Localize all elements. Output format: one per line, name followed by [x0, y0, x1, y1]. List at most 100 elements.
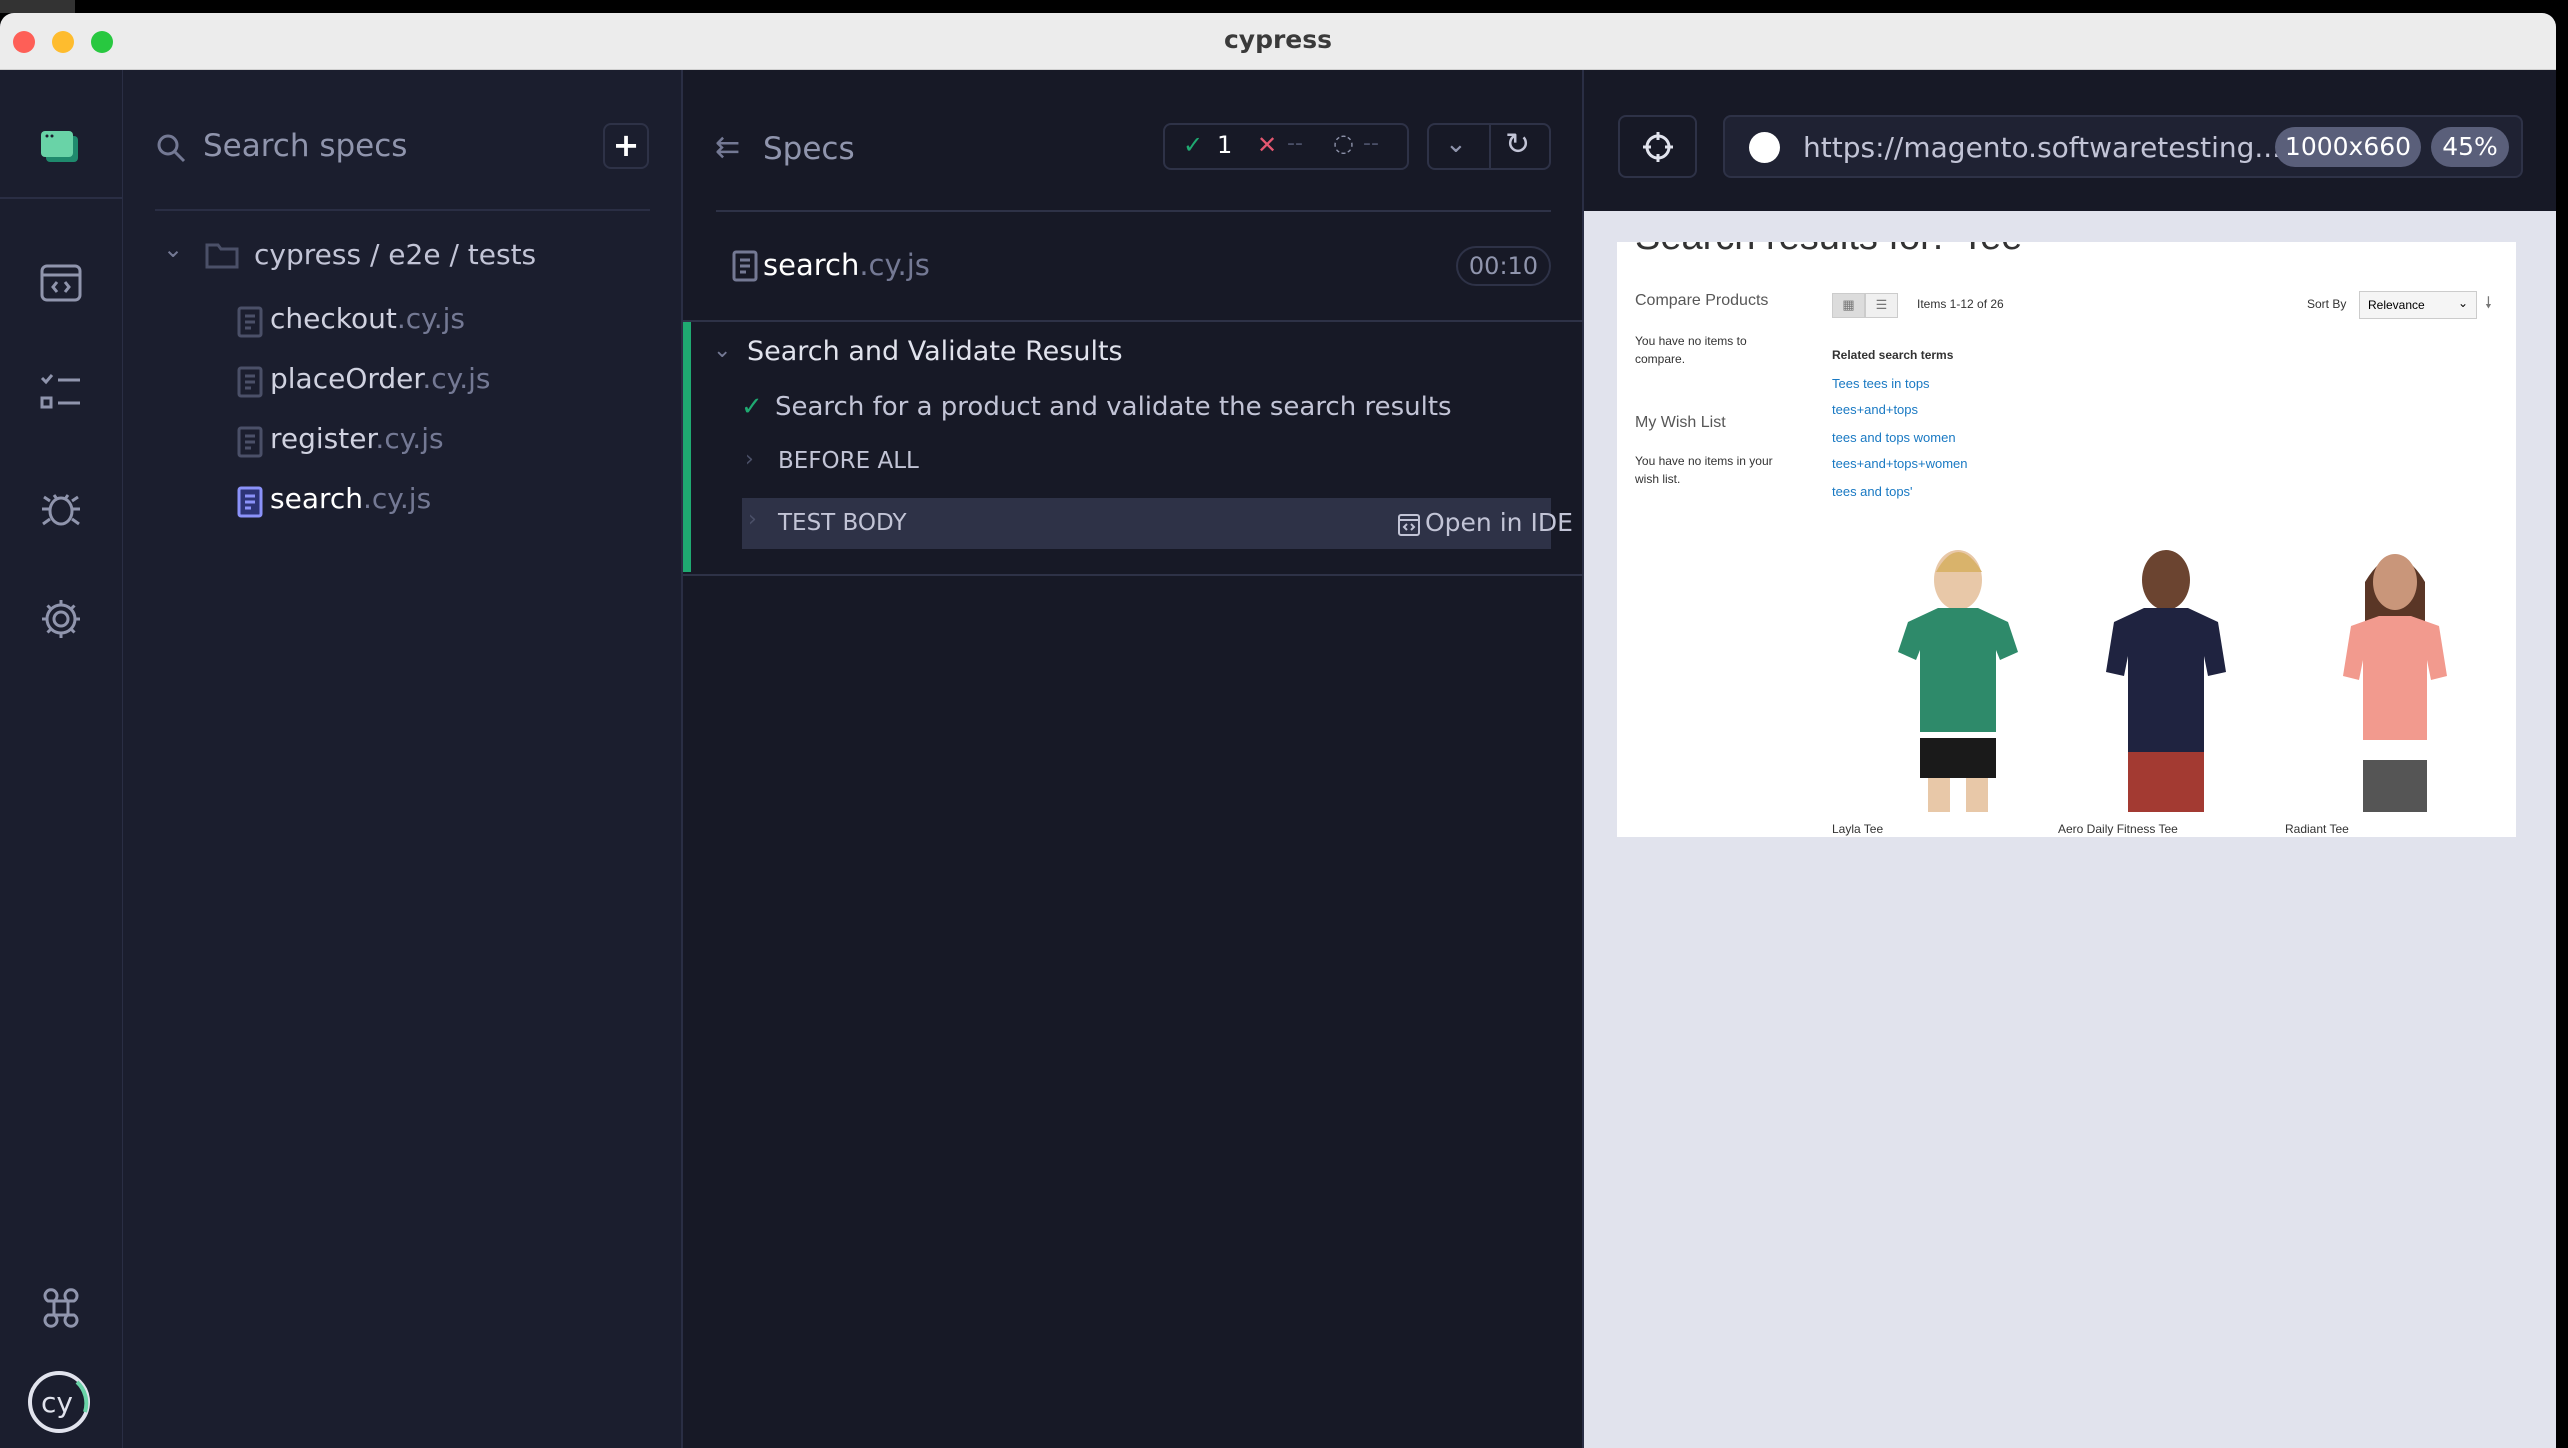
passed-count: 1 [1217, 131, 1233, 159]
app-under-test-panel: https://magento.softwaretesting... 1000x… [1584, 70, 2556, 1448]
test-title[interactable]: Search for a product and validate the se… [775, 392, 1452, 422]
background-window-edge [0, 0, 75, 13]
wishlist-title: My Wish List [1635, 414, 1726, 431]
title-bar: cypress [0, 13, 2556, 70]
spec-file-name: search [270, 482, 364, 515]
spec-file-ext: .cy.js [375, 422, 444, 455]
compare-text: You have no items to compare. [1635, 334, 1747, 366]
divider [683, 574, 1584, 576]
passed-check-icon: ✓ [1183, 131, 1204, 159]
product-image-layla-tee[interactable] [1888, 542, 2028, 812]
related-term-link[interactable]: tees+and+tops [1832, 402, 1918, 417]
sort-select[interactable]: Relevance ⌄ [2359, 291, 2477, 319]
related-term-link[interactable]: tees+and+tops+women [1832, 456, 1968, 471]
runs-nav-icon[interactable] [38, 370, 84, 416]
wishlist-text: You have no items in your wish list. [1635, 454, 1773, 486]
chevron-down-icon[interactable]: ⌄ [1445, 129, 1467, 159]
spec-ext: .cy.js [859, 248, 930, 282]
aut-iframe: Search results for: 'Tee' Compare Produc… [1617, 242, 2516, 837]
search-specs-input[interactable]: Search specs [203, 128, 407, 164]
chevron-down-icon[interactable]: ⌄ [163, 235, 183, 263]
related-term-link[interactable]: Tees tees in tops [1832, 376, 1930, 391]
scale-badge[interactable]: 45% [2431, 127, 2509, 167]
selector-playground-button[interactable] [1618, 115, 1697, 178]
window-title: cypress [1223, 25, 1333, 54]
specs-list-panel: Search specs + ⌄ cypress / e2e / tests c… [123, 70, 683, 1448]
spec-name: search [763, 248, 860, 282]
open-in-ide-button[interactable]: Open in IDE [1425, 508, 1573, 537]
pending-count: -- [1363, 131, 1379, 156]
spec-file-name: register [270, 422, 376, 455]
related-title: Related search terms [1832, 348, 1954, 362]
suite-title[interactable]: Search and Validate Results [747, 336, 1123, 367]
divider [1489, 125, 1491, 168]
nav-divider [0, 197, 123, 199]
sort-label: Sort By [2307, 297, 2347, 311]
hook-before-all[interactable]: BEFORE ALL [778, 448, 919, 474]
new-spec-button[interactable]: + [603, 123, 649, 169]
document-icon [237, 486, 263, 518]
test-stats: ✓ 1 ✕ -- ◌ -- [1163, 123, 1409, 170]
keyboard-shortcuts-icon[interactable] [38, 1285, 84, 1331]
grid-view-icon[interactable]: ▦ [1832, 293, 1865, 318]
related-term-link[interactable]: tees and tops women [1832, 430, 1956, 445]
reporter-panel: ⇇ Specs ✓ 1 ✕ -- ◌ -- ⌄ ↻ search.cy.js 0… [683, 70, 1584, 1448]
url-text[interactable]: https://magento.softwaretesting... [1803, 131, 2281, 164]
folder-label[interactable]: cypress / e2e / tests [254, 238, 536, 271]
rerun-refresh-icon[interactable]: ↻ [1505, 127, 1530, 162]
document-icon [732, 250, 758, 282]
side-nav: cy [0, 70, 130, 1448]
chevron-down-icon[interactable]: ⌄ [713, 338, 731, 363]
specs-toggle-label[interactable]: Specs [763, 131, 855, 167]
chevron-right-icon[interactable]: › [745, 447, 754, 472]
sort-value: Relevance [2368, 298, 2425, 312]
specs-nav-icon[interactable] [38, 260, 84, 306]
failed-count: -- [1287, 131, 1303, 156]
run-controls: ⌄ ↻ [1427, 123, 1551, 170]
spec-duration: 00:10 [1456, 246, 1551, 286]
chevron-down-icon: ⌄ [2457, 296, 2468, 310]
spec-file-ext: .cy.js [422, 362, 491, 395]
product-name[interactable]: Layla Tee [1832, 822, 1883, 836]
url-bar[interactable]: https://magento.softwaretesting... 1000x… [1723, 115, 2523, 178]
hook-label: TEST BODY [778, 510, 907, 536]
product-name[interactable]: Radiant Tee [2285, 822, 2349, 836]
divider [683, 320, 1584, 322]
sort-direction-arrow-icon[interactable]: 🠗 [2485, 292, 2492, 319]
product-name[interactable]: Aero Daily Fitness Tee [2058, 822, 2178, 836]
failed-x-icon: ✕ [1257, 131, 1278, 159]
document-icon [237, 426, 263, 458]
debug-nav-icon[interactable] [38, 485, 84, 531]
aut-header: https://magento.softwaretesting... 1000x… [1584, 70, 2556, 211]
cypress-window: cypress cy Search specs + ⌄ cypress / e2… [0, 13, 2556, 1448]
folder-icon [205, 241, 239, 269]
crosshair-icon [1643, 132, 1673, 162]
running-spec-title: search.cy.js [763, 248, 930, 282]
test-passed-check-icon: ✓ [741, 392, 763, 422]
divider [716, 210, 1551, 212]
app-logo-icon[interactable] [38, 126, 84, 172]
divider [155, 209, 650, 211]
product-image-aero-daily-fitness-tee[interactable] [2096, 542, 2236, 812]
svg-text:cy: cy [41, 1386, 73, 1419]
cypress-logo-icon[interactable]: cy [27, 1370, 91, 1434]
spec-file-ext: .cy.js [396, 302, 465, 335]
page-heading: Search results for: 'Tee' [1635, 242, 2030, 259]
list-view-icon[interactable]: ☰ [1865, 293, 1898, 318]
product-image-radiant-tee[interactable] [2325, 542, 2465, 812]
spec-file-name: placeOrder [270, 362, 423, 395]
viewport-size-badge[interactable]: 1000x660 [2275, 127, 2421, 167]
collapse-specs-icon[interactable]: ⇇ [715, 130, 740, 165]
search-icon [155, 132, 187, 164]
pending-icon: ◌ [1333, 129, 1354, 157]
items-count: Items 1-12 of 26 [1917, 297, 2004, 311]
spec-file-ext: .cy.js [363, 482, 432, 515]
chevron-right-icon: › [748, 507, 757, 532]
compare-title: Compare Products [1635, 292, 1769, 309]
spec-file-name: checkout [270, 302, 397, 335]
settings-gear-icon[interactable] [38, 596, 84, 642]
document-icon [237, 366, 263, 398]
related-term-link[interactable]: tees and tops' [1832, 484, 1913, 499]
suite-pass-indicator [683, 322, 691, 572]
hook-test-body[interactable]: › TEST BODY Open in IDE [742, 498, 1573, 549]
